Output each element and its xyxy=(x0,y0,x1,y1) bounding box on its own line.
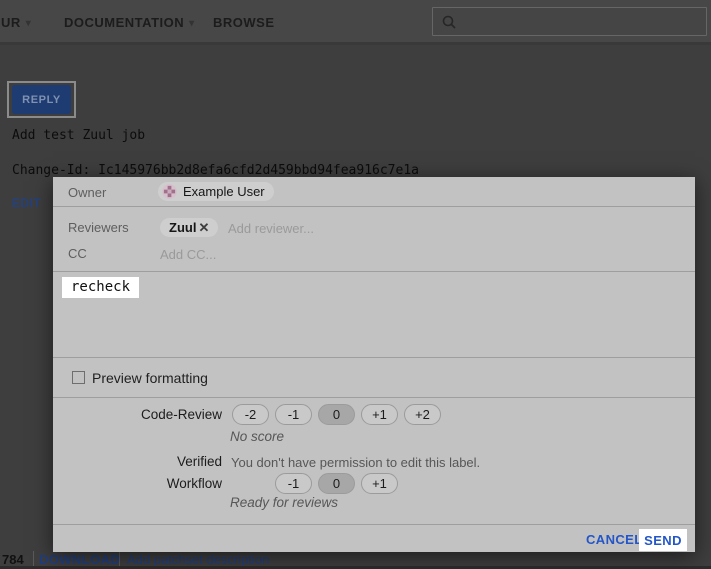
verified-label: Verified xyxy=(53,454,222,469)
code-review-minus1-button[interactable]: -1 xyxy=(275,404,312,425)
chevron-down-icon: ▾ xyxy=(26,18,32,29)
download-link[interactable]: DOWNLOAD xyxy=(39,552,120,567)
code-review-plus1-button[interactable]: +1 xyxy=(361,404,398,425)
nav-menu-browse-label: BROWSE xyxy=(213,15,275,30)
owner-chip-name: Example User xyxy=(183,184,265,199)
reply-dialog: Owner Example User Reviewers Zuul ✕ Add … xyxy=(53,177,695,552)
dialog-footer: CANCEL SEND xyxy=(53,525,695,552)
add-reviewer-input[interactable]: Add reviewer... xyxy=(228,221,314,236)
message-section[interactable]: recheck xyxy=(53,272,695,358)
search-box[interactable] xyxy=(432,7,707,36)
workflow-plus1-button[interactable]: +1 xyxy=(361,473,398,494)
code-review-label: Code-Review xyxy=(53,407,222,422)
patchset-number: 784 xyxy=(2,552,24,567)
workflow-row: Workflow -1 0 +1 xyxy=(53,470,695,492)
code-review-row: Code-Review -2 -1 0 +1 +2 xyxy=(53,404,695,426)
reply-button[interactable]: REPLY xyxy=(12,85,71,114)
send-button[interactable]: SEND xyxy=(639,529,687,551)
owner-chip: Example User xyxy=(158,182,274,201)
workflow-label: Workflow xyxy=(53,476,222,491)
preview-formatting-label: Preview formatting xyxy=(92,370,208,386)
search-input[interactable] xyxy=(463,14,706,29)
reviewer-chip: Zuul ✕ xyxy=(160,218,218,237)
verified-permission-text: You don't have permission to edit this l… xyxy=(231,455,480,470)
owner-label: Owner xyxy=(68,185,106,200)
top-navigation-bar: UR ▾ DOCUMENTATION ▾ BROWSE xyxy=(0,0,711,45)
nav-menu-your-label: UR xyxy=(1,15,21,30)
preview-formatting-section: Preview formatting xyxy=(53,358,695,398)
voting-section: Code-Review -2 -1 0 +1 +2 No score Verif… xyxy=(53,398,695,525)
divider xyxy=(33,551,34,566)
nav-menu-your[interactable]: UR ▾ xyxy=(1,15,31,30)
edit-link[interactable]: EDIT xyxy=(12,196,41,210)
cc-label: CC xyxy=(68,246,87,261)
nav-menu-documentation[interactable]: DOCUMENTATION ▾ xyxy=(64,15,195,30)
patchset-action-bar: 784 DOWNLOAD Add patchset description xyxy=(0,551,711,566)
code-review-buttons: -2 -1 0 +1 +2 xyxy=(232,404,447,425)
divider xyxy=(119,551,120,566)
workflow-score-description: Ready for reviews xyxy=(230,495,338,510)
remove-reviewer-icon[interactable]: ✕ xyxy=(198,220,209,236)
chevron-down-icon: ▾ xyxy=(189,18,195,29)
code-review-minus2-button[interactable]: -2 xyxy=(232,404,269,425)
code-review-zero-button[interactable]: 0 xyxy=(318,404,355,425)
nav-menu-documentation-label: DOCUMENTATION xyxy=(64,15,184,30)
owner-section: Owner Example User xyxy=(53,177,695,207)
reviewer-chip-name: Zuul xyxy=(169,220,196,235)
workflow-minus1-button[interactable]: -1 xyxy=(275,473,312,494)
avatar xyxy=(162,184,177,199)
reply-message-textarea[interactable]: recheck xyxy=(62,277,139,298)
preview-formatting-checkbox[interactable] xyxy=(72,371,85,384)
reviewers-cc-section: Reviewers Zuul ✕ Add reviewer... CC Add … xyxy=(53,207,695,272)
search-icon xyxy=(441,14,457,30)
commit-subject: Add test Zuul job xyxy=(12,128,145,143)
code-review-plus2-button[interactable]: +2 xyxy=(404,404,441,425)
workflow-buttons: -1 0 +1 xyxy=(275,473,404,494)
code-review-score-description: No score xyxy=(230,429,284,444)
add-patchset-description-link[interactable]: Add patchset description xyxy=(127,552,269,567)
reviewers-label: Reviewers xyxy=(68,220,129,235)
add-cc-input[interactable]: Add CC... xyxy=(160,247,216,262)
change-id-line: Change-Id: Ic145976bb2d8efa6cfd2d459bbd9… xyxy=(12,163,419,178)
workflow-zero-button[interactable]: 0 xyxy=(318,473,355,494)
nav-menu-browse[interactable]: BROWSE xyxy=(213,15,275,30)
